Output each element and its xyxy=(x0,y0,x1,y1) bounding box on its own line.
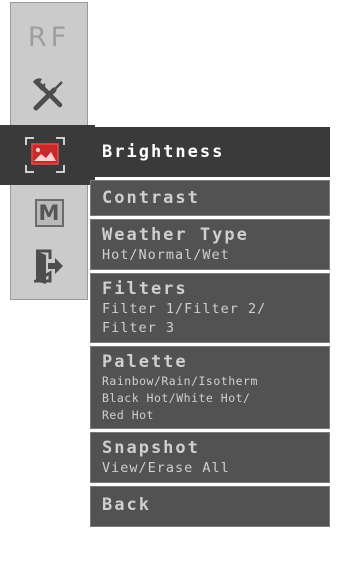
mode-button[interactable]: M xyxy=(11,193,87,233)
image-settings-menu: Brightness Contrast Weather Type Hot/Nor… xyxy=(90,127,330,530)
menu-item-weather-type[interactable]: Weather Type Hot/Normal/Wet xyxy=(90,219,330,270)
exit-icon xyxy=(34,249,63,284)
exit-button[interactable] xyxy=(11,239,87,293)
menu-item-brightness[interactable]: Brightness xyxy=(90,127,330,177)
tools-icon xyxy=(33,78,63,111)
mode-icon: M xyxy=(34,199,64,227)
image-settings-button[interactable] xyxy=(0,125,95,185)
image-icon xyxy=(25,137,65,173)
menu-item-filters[interactable]: Filters Filter 1/Filter 2/ Filter 3 xyxy=(90,273,330,343)
menu-item-contrast[interactable]: Contrast xyxy=(90,180,330,216)
menu-item-snapshot[interactable]: Snapshot View/Erase All xyxy=(90,432,330,483)
rf-icon: RF xyxy=(27,21,71,53)
menu-item-back[interactable]: Back xyxy=(90,486,330,527)
menu-item-palette[interactable]: Palette Rainbow/Rain/Isotherm Black Hot/… xyxy=(90,346,330,429)
tools-button[interactable] xyxy=(11,65,87,125)
rf-button[interactable]: RF xyxy=(11,11,87,63)
